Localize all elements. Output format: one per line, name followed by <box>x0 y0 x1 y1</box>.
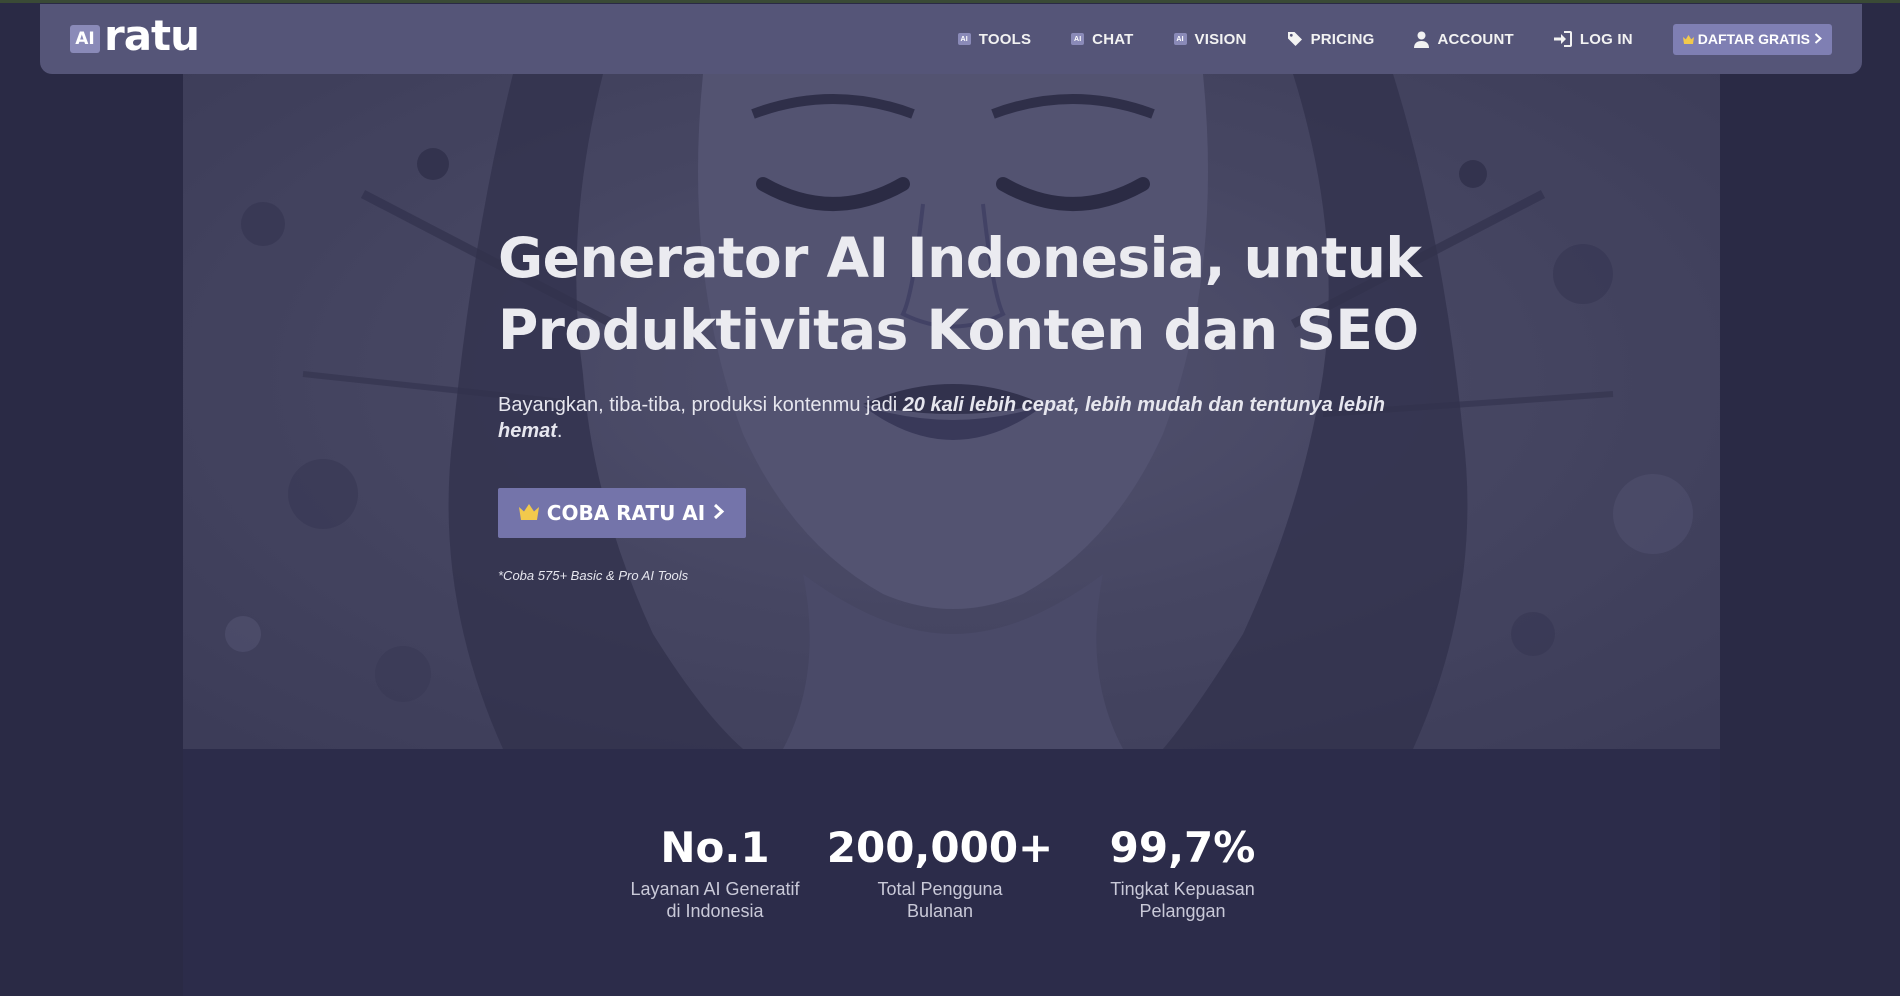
stat-value: 99,7% <box>1109 823 1256 872</box>
stats: No.1 Layanan AI Generatif di Indonesia 20… <box>610 820 1305 922</box>
hero-title-line-2: Produktivitas Konten dan SEO <box>498 298 1419 362</box>
logo-text: ratu <box>104 11 200 60</box>
ai-badge-icon: AI <box>957 33 971 45</box>
stat-value: No.1 <box>660 823 770 872</box>
stat-label: Tingkat Kepuasan Pelanggan <box>1110 879 1255 921</box>
stat-rank: No.1 Layanan AI Generatif di Indonesia <box>610 820 820 922</box>
hero-subtitle: Bayangkan, tiba-tiba, produksi kontenmu … <box>498 392 1418 444</box>
nav-login[interactable]: LOG IN <box>1553 30 1633 48</box>
main-nav: AI TOOLS AI CHAT AI VISION PRICING ACCOU… <box>957 23 1832 55</box>
navbar: AI ratu AI TOOLS AI CHAT AI VISION PRICI… <box>40 4 1862 74</box>
nav-tools-label: TOOLS <box>978 30 1032 48</box>
nav-chat[interactable]: AI CHAT <box>1071 31 1133 48</box>
hero-subtitle-end: . <box>556 420 563 442</box>
ai-badge-icon: AI <box>1173 33 1187 45</box>
hero-content: Generator AI Indonesia, untuk Produktivi… <box>498 222 1478 583</box>
stat-value: 200,000+ <box>826 823 1054 872</box>
browser-top-line <box>0 0 1900 3</box>
stat-label: Total Pengguna Bulanan <box>877 879 1003 921</box>
crown-icon <box>518 501 539 525</box>
nav-vision[interactable]: AI VISION <box>1173 30 1247 48</box>
stat-label: Layanan AI Generatif di Indonesia <box>630 879 800 921</box>
nav-tools[interactable]: AI TOOLS <box>957 30 1032 48</box>
ai-badge-icon: AI <box>1071 33 1085 45</box>
hero-title: Generator AI Indonesia, untuk Produktivi… <box>498 222 1478 366</box>
sign-in-icon <box>1553 31 1572 47</box>
stat-users: 200,000+ Total Pengguna Bulanan <box>820 820 1060 922</box>
signup-label: DAFTAR GRATIS <box>1697 31 1810 47</box>
logo[interactable]: AI ratu <box>70 15 200 57</box>
stat-satisfaction: 99,7% Tingkat Kepuasan Pelanggan <box>1060 820 1305 922</box>
user-icon <box>1414 31 1430 48</box>
nav-pricing-label: PRICING <box>1310 30 1375 48</box>
nav-pricing[interactable]: PRICING <box>1287 31 1375 48</box>
logo-badge: AI <box>70 25 100 53</box>
nav-login-label: LOG IN <box>1579 30 1633 48</box>
nav-chat-label: CHAT <box>1092 30 1134 48</box>
hero-note: *Coba 575+ Basic & Pro AI Tools <box>498 568 689 583</box>
hero-subtitle-text: Bayangkan, tiba-tiba, produksi kontenmu … <box>498 394 903 416</box>
signup-button[interactable]: DAFTAR GRATIS <box>1672 23 1832 55</box>
nav-account[interactable]: ACCOUNT <box>1414 30 1514 48</box>
try-ratu-ai-button[interactable]: COBA RATU AI <box>498 488 746 538</box>
hero-title-line-1: Generator AI Indonesia, untuk <box>498 226 1422 290</box>
nav-vision-label: VISION <box>1194 30 1247 48</box>
hero-section: Generator AI Indonesia, untuk Produktivi… <box>183 74 1720 749</box>
chevron-right-icon <box>1814 31 1822 47</box>
try-ratu-ai-label: COBA RATU AI <box>546 501 706 525</box>
tag-icon <box>1287 31 1303 47</box>
crown-icon <box>1682 31 1694 47</box>
nav-account-label: ACCOUNT <box>1437 30 1514 48</box>
chevron-right-icon <box>713 501 725 525</box>
